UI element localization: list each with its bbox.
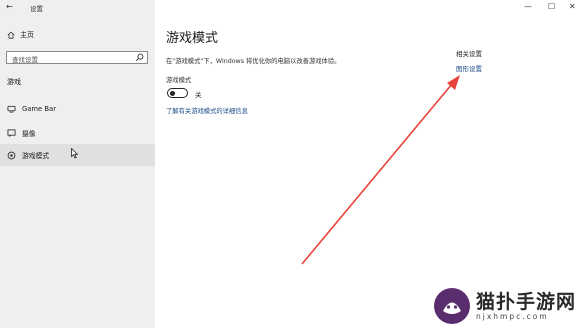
watermark-url: njxhmpc.com — [476, 311, 549, 321]
game-mode-icon — [7, 151, 16, 159]
search-placeholder: 查找设置 — [12, 56, 38, 64]
sidebar-item-label: 游戏模式 — [22, 152, 50, 160]
description-text: 在"游戏模式"下，Windows 将优化你的电脑以改善游戏体验。 — [166, 58, 341, 65]
sidebar-item-game-bar[interactable]: Game Bar — [0, 98, 155, 120]
close-button[interactable]: ✕ — [569, 2, 576, 11]
nav-home[interactable]: 主页 — [7, 30, 34, 40]
watermark: 猫扑手游网 njxhmpc.com — [432, 286, 576, 326]
maximize-button[interactable]: ☐ — [548, 2, 555, 11]
graphics-settings-link[interactable]: 图形设置 — [456, 63, 482, 73]
mouse-cursor-icon — [71, 148, 79, 159]
toggle-state: 关 — [195, 91, 202, 99]
sidebar-item-label: 摄像 — [22, 130, 36, 138]
sidebar-item-label: Game Bar — [22, 105, 57, 113]
sidebar-item-capture[interactable]: 摄像 — [0, 122, 155, 144]
home-label: 主页 — [20, 31, 34, 39]
related-settings-heading: 相关设置 — [456, 50, 482, 58]
learn-more-link[interactable]: 了解有关游戏模式的详细信息 — [166, 106, 248, 115]
watermark-text: 猫扑手游网 — [476, 290, 577, 313]
capture-icon — [7, 129, 16, 137]
search-icon[interactable] — [135, 53, 144, 62]
game-bar-icon — [7, 105, 16, 113]
minimize-button[interactable]: — — [524, 2, 532, 11]
toggle-label: 游戏模式 — [166, 77, 192, 84]
page-title: 游戏模式 — [166, 31, 219, 46]
search-input[interactable]: 查找设置 — [6, 51, 148, 64]
back-button[interactable]: ← — [6, 2, 13, 11]
title-bar: ← 设置 — [0, 0, 155, 14]
sidebar: ← 设置 主页 查找设置 游戏 Game Bar 摄像 游戏模式 — [0, 0, 155, 328]
home-icon — [7, 31, 15, 39]
game-mode-toggle[interactable] — [167, 88, 188, 98]
section-title: 游戏 — [7, 78, 21, 86]
toggle-knob — [170, 90, 175, 96]
window-title: 设置 — [30, 5, 43, 13]
watermark-logo — [434, 288, 470, 324]
